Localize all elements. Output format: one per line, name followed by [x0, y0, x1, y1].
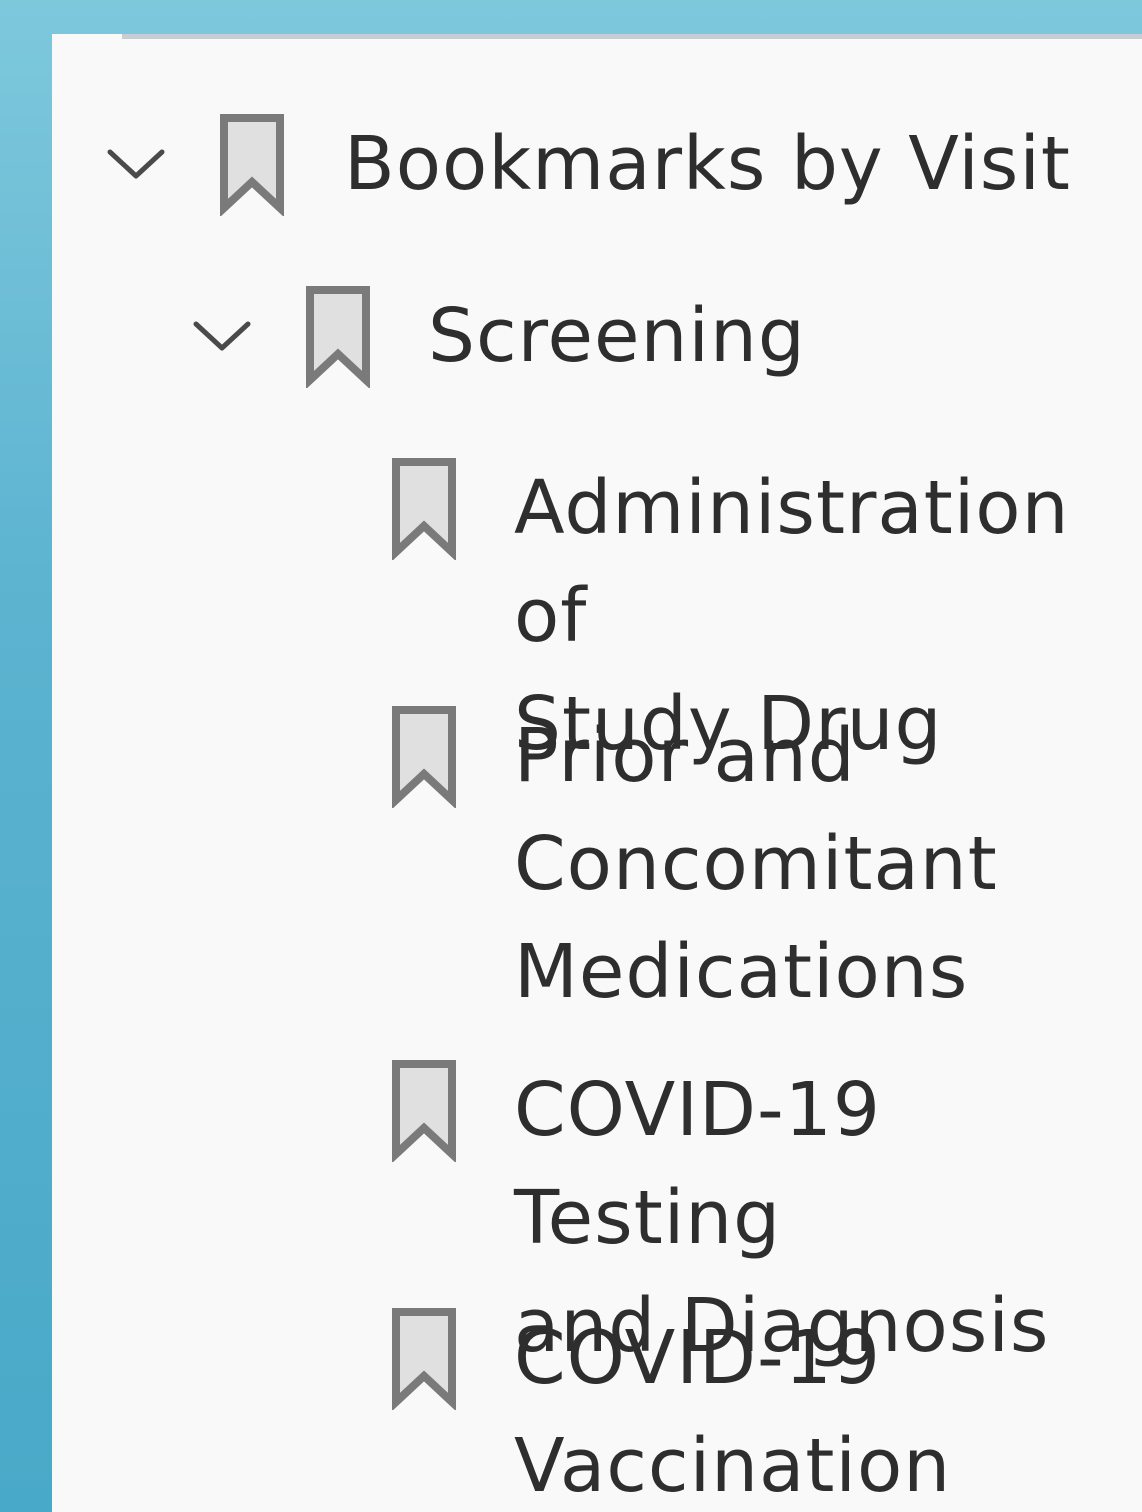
bookmark-icon — [390, 456, 460, 560]
bookmark-icon — [218, 112, 288, 216]
tree-node-label: Screening — [428, 293, 806, 379]
bookmark-icon — [304, 284, 374, 388]
bookmark-icon — [390, 704, 460, 808]
bookmark-icon — [390, 1058, 460, 1162]
chevron-down-icon[interactable] — [190, 304, 254, 368]
tree-node-label: Prior and Concomitant Medications — [514, 713, 998, 1015]
bookmarks-panel: Bookmarks by Visit Screening Administrat… — [52, 34, 1142, 1512]
tree-node-label: Bookmarks by Visit — [344, 121, 1071, 207]
chevron-down-icon[interactable] — [104, 132, 168, 196]
tree-node-label: COVID-19 Vaccination — [514, 1315, 952, 1509]
bookmark-icon — [390, 1306, 460, 1410]
tree-node-covid-19-vaccination[interactable]: COVID-19 Vaccination — [52, 34, 1142, 1509]
